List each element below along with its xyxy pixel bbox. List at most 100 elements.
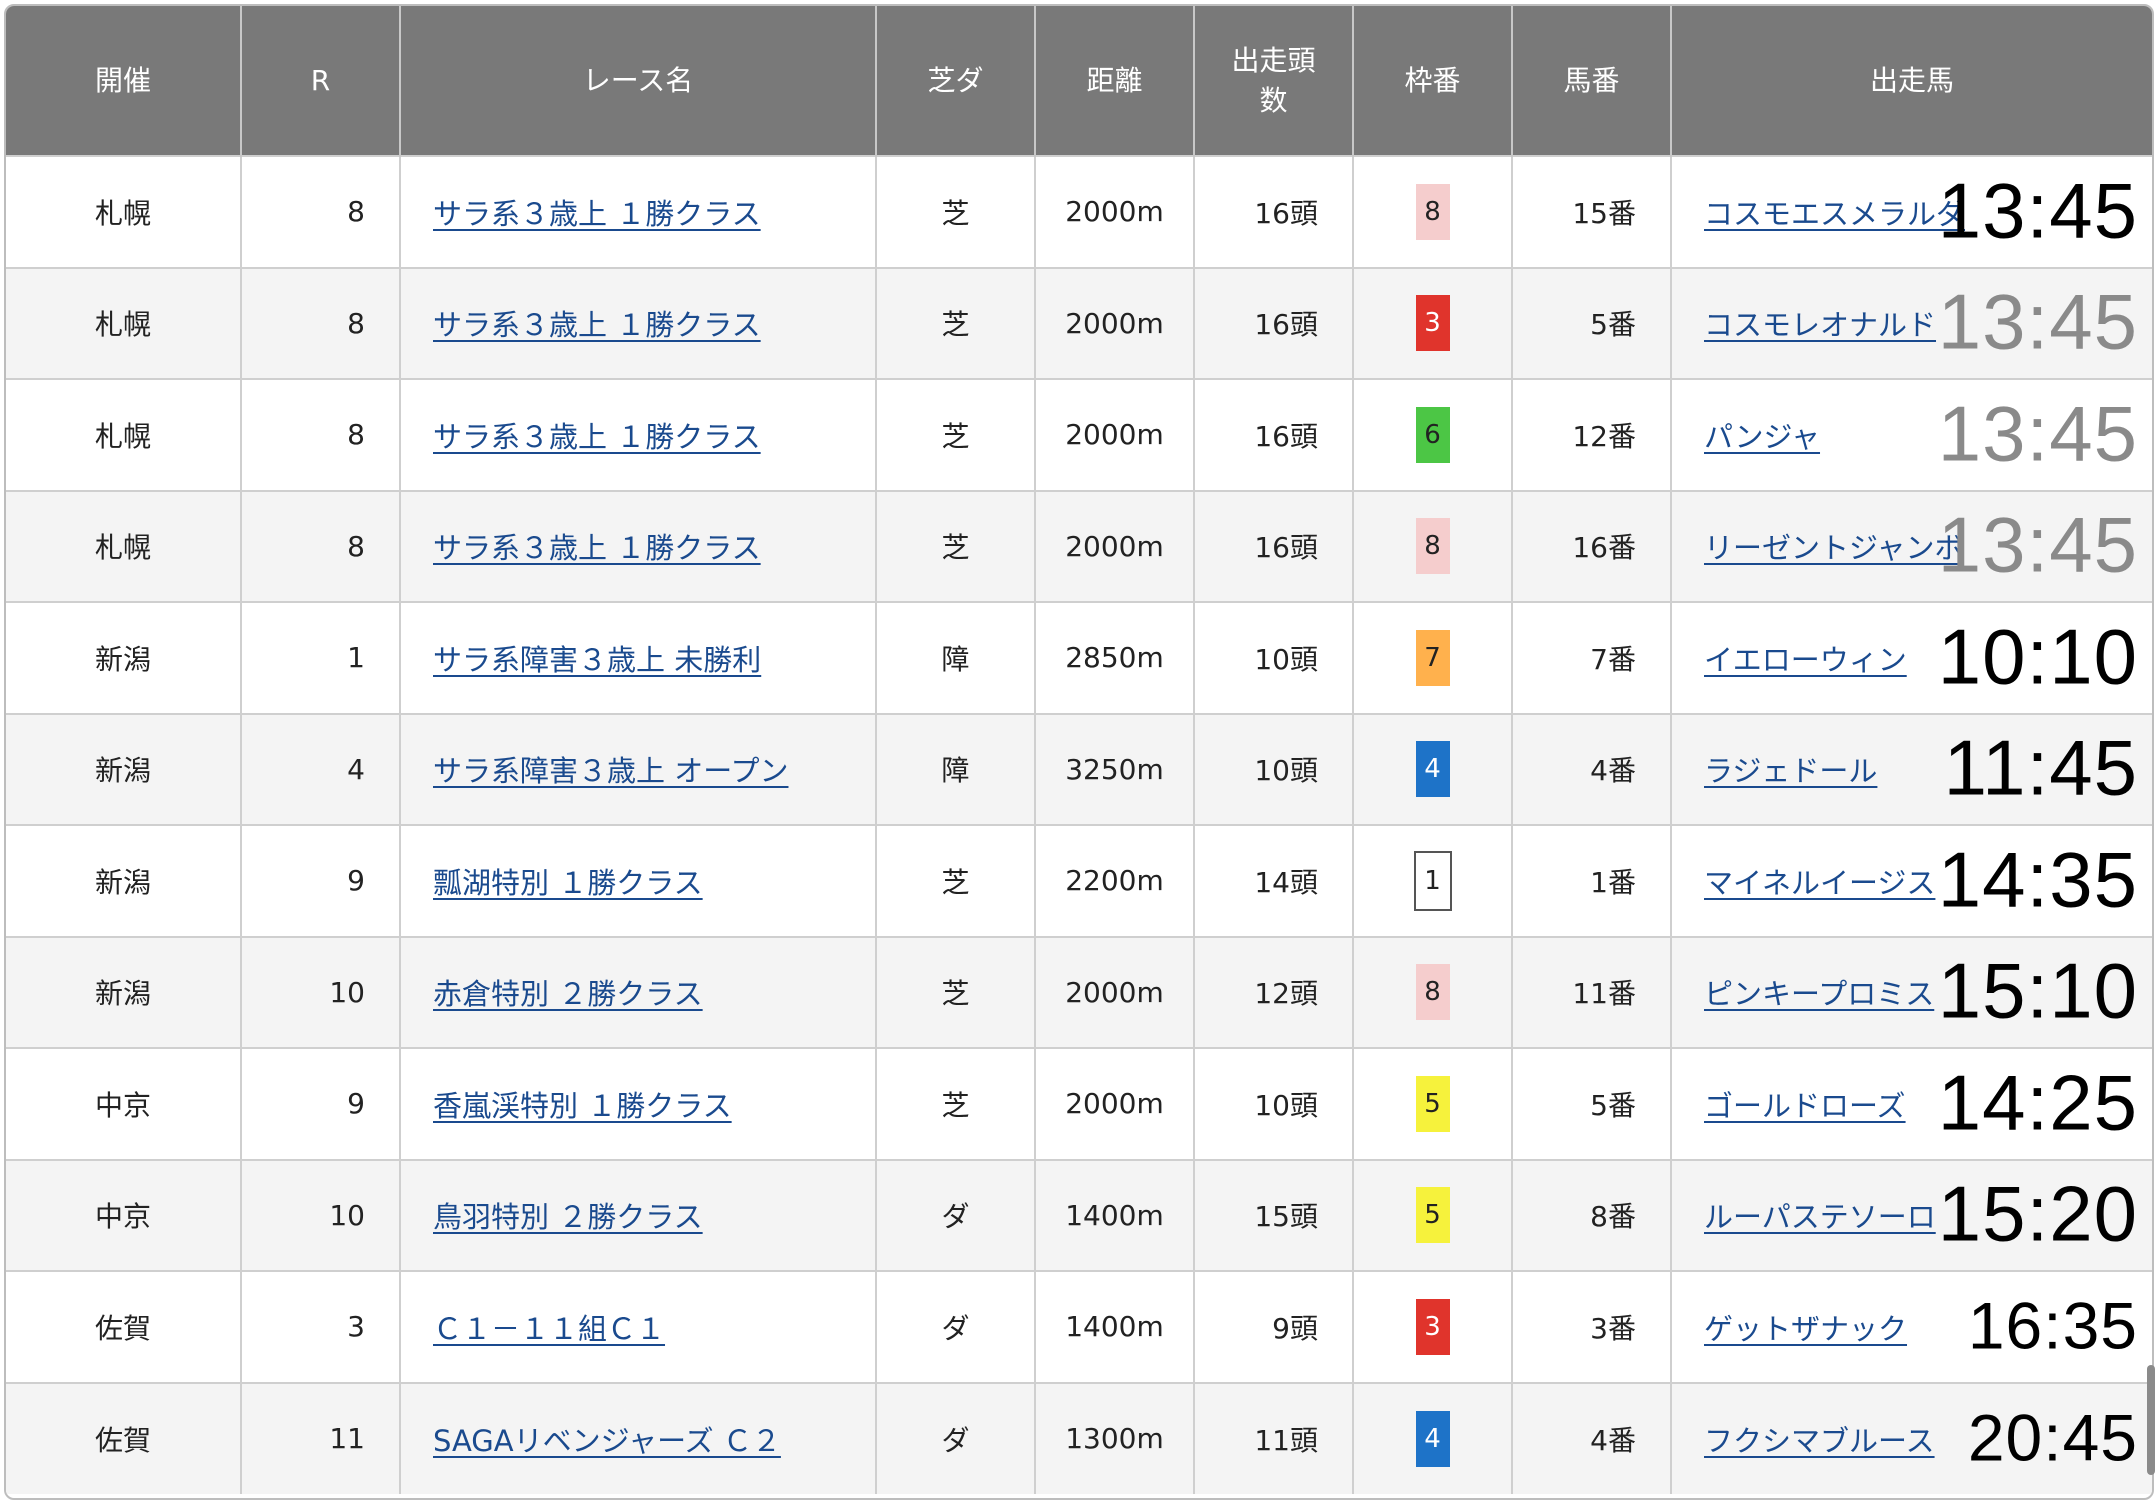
post-time-label: 20:45: [1967, 1400, 2138, 1475]
race-name-link[interactable]: サラ系３歳上 １勝クラス: [433, 420, 761, 454]
race-name-link[interactable]: 鳥羽特別 ２勝クラス: [433, 1200, 703, 1234]
horse-name-link[interactable]: マイネルイージス: [1704, 866, 1935, 900]
post-time-label: 10:10: [1937, 612, 2138, 701]
horse-cell: ルーパステソーロ 15:20: [1671, 1160, 2152, 1272]
horse-name-link[interactable]: ラジェドール: [1704, 754, 1877, 788]
horse-name-link[interactable]: ピンキープロミス: [1704, 977, 1934, 1011]
venue-cell: 札幌: [6, 379, 242, 491]
header-waku: 枠番: [1353, 6, 1513, 156]
race-name-link[interactable]: SAGAリベンジャーズ Ｃ２: [433, 1424, 781, 1458]
horse-name-link[interactable]: イエローウィン: [1704, 643, 1907, 677]
race-name-link[interactable]: 瓢湖特別 １勝クラス: [433, 866, 703, 900]
surface-cell: ダ: [876, 1382, 1036, 1494]
horse-cell: ゴールドローズ 14:25: [1671, 1048, 2152, 1160]
horse-number-cell: 12番: [1512, 379, 1672, 491]
post-time-label: 13:45: [1937, 500, 2138, 589]
header-horse-number: 馬番: [1512, 6, 1672, 156]
horse-name-link[interactable]: ゴールドローズ: [1704, 1089, 1906, 1123]
post-time-label: 14:25: [1937, 1058, 2138, 1147]
venue-cell: 札幌: [6, 267, 242, 379]
header-distance: 距離: [1035, 6, 1195, 156]
horse-cell: ゲットザナック 16:35: [1671, 1271, 2152, 1383]
race-name-link[interactable]: サラ系３歳上 １勝クラス: [433, 308, 761, 342]
horse-name-link[interactable]: コスモレオナルド: [1704, 308, 1936, 342]
surface-cell: 芝: [876, 267, 1036, 379]
surface-cell: 芝: [876, 379, 1036, 491]
race-number-cell: 8: [241, 490, 401, 602]
surface-cell: 障: [876, 602, 1036, 714]
race-number-cell: 11: [241, 1382, 401, 1494]
horse-cell: ラジェドール 11:45: [1671, 714, 2152, 826]
runner-count-cell: 15頭: [1194, 1159, 1354, 1271]
runner-count-cell: 9頭: [1194, 1271, 1354, 1383]
horse-name-link[interactable]: パンジャ: [1704, 420, 1820, 454]
waku-cell: 8: [1353, 156, 1513, 268]
table-row: 佐賀 11 SAGAリベンジャーズ Ｃ２ ダ 1300m 11頭 4 4番 フクシマブルース 20…: [6, 1382, 2152, 1495]
venue-cell: 新潟: [6, 825, 242, 937]
table-row: 札幌 8 サラ系３歳上 １勝クラス 芝 2000m 16頭 3 5番 コスモレオナルド 13:45: [6, 267, 2152, 379]
race-number-cell: 1: [241, 602, 401, 714]
race-name-cell: サラ系３歳上 １勝クラス: [400, 267, 877, 379]
post-time-label: 13:45: [1937, 166, 2138, 255]
waku-badge: 1: [1413, 850, 1452, 911]
race-number-cell: 4: [241, 713, 401, 825]
horse-name-link[interactable]: リーゼントジャンボ: [1704, 531, 1964, 565]
venue-cell: 中京: [6, 1159, 242, 1271]
waku-badge: 7: [1415, 629, 1450, 686]
distance-cell: 2000m: [1035, 936, 1195, 1048]
distance-cell: 2000m: [1035, 379, 1195, 491]
distance-cell: 3250m: [1035, 713, 1195, 825]
race-name-link[interactable]: Ｃ１－１１組Ｃ１: [433, 1312, 665, 1346]
header-race-name: レース名: [400, 6, 877, 156]
horse-cell: フクシマブルース 20:45: [1671, 1383, 2152, 1495]
race-name-link[interactable]: サラ系３歳上 １勝クラス: [433, 531, 761, 565]
race-number-cell: 3: [241, 1271, 401, 1383]
horse-number-cell: 5番: [1512, 267, 1672, 379]
venue-cell: 新潟: [6, 936, 242, 1048]
table-row: 新潟 10 赤倉特別 ２勝クラス 芝 2000m 12頭 8 11番 ピンキープロミス 15:10: [6, 936, 2152, 1048]
runner-count-cell: 16頭: [1194, 379, 1354, 491]
venue-cell: 新潟: [6, 713, 242, 825]
venue-cell: 中京: [6, 1048, 242, 1160]
horse-cell: コスモエスメラルダ 13:45: [1671, 156, 2152, 268]
race-name-cell: サラ系３歳上 １勝クラス: [400, 156, 877, 268]
horse-number-cell: 15番: [1512, 156, 1672, 268]
post-time-label: 15:10: [1937, 946, 2138, 1035]
race-name-link[interactable]: 香嵐渓特別 １勝クラス: [433, 1089, 732, 1123]
race-name-cell: Ｃ１－１１組Ｃ１: [400, 1271, 877, 1383]
header-race-number: R: [241, 6, 401, 156]
horse-number-cell: 16番: [1512, 490, 1672, 602]
race-number-cell: 9: [241, 825, 401, 937]
waku-cell: 7: [1353, 602, 1513, 714]
surface-cell: 障: [876, 713, 1036, 825]
runner-count-cell: 10頭: [1194, 713, 1354, 825]
horse-name-link[interactable]: コスモエスメラルダ: [1704, 197, 1965, 231]
waku-badge: 8: [1415, 964, 1450, 1021]
runner-count-cell: 14頭: [1194, 825, 1354, 937]
race-name-link[interactable]: 赤倉特別 ２勝クラス: [433, 977, 703, 1011]
surface-cell: 芝: [876, 1048, 1036, 1160]
race-name-cell: 赤倉特別 ２勝クラス: [400, 936, 877, 1048]
table-row: 中京 9 香嵐渓特別 １勝クラス 芝 2000m 10頭 5 5番 ゴールドローズ 14:25: [6, 1048, 2152, 1160]
race-number-cell: 8: [241, 379, 401, 491]
scrollbar-thumb[interactable]: [2147, 1365, 2155, 1475]
horse-name-link[interactable]: フクシマブルース: [1704, 1424, 1935, 1458]
venue-cell: 札幌: [6, 490, 242, 602]
race-name-link[interactable]: サラ系障害３歳上 未勝利: [433, 643, 761, 677]
race-name-cell: サラ系３歳上 １勝クラス: [400, 379, 877, 491]
horse-name-link[interactable]: ルーパステソーロ: [1704, 1200, 1936, 1234]
runner-count-cell: 11頭: [1194, 1382, 1354, 1494]
table-body: 札幌 8 サラ系３歳上 １勝クラス芝 2000m 16頭 8 15番 コスモエスメラルダ 13:…: [6, 156, 2152, 1494]
waku-badge: 6: [1415, 406, 1450, 463]
distance-cell: 2000m: [1035, 156, 1195, 268]
surface-cell: 芝: [876, 936, 1036, 1048]
horse-name-link[interactable]: ゲットザナック: [1704, 1312, 1907, 1346]
venue-cell: 佐賀: [6, 1382, 242, 1494]
waku-badge: 3: [1415, 295, 1450, 352]
race-name-link[interactable]: サラ系３歳上 １勝クラス: [433, 197, 761, 231]
distance-cell: 2200m: [1035, 825, 1195, 937]
race-number-cell: 8: [241, 156, 401, 268]
horse-number-cell: 11番: [1512, 936, 1672, 1048]
race-name-link[interactable]: サラ系障害３歳上 オープン: [433, 754, 788, 788]
race-number-cell: 10: [241, 936, 401, 1048]
